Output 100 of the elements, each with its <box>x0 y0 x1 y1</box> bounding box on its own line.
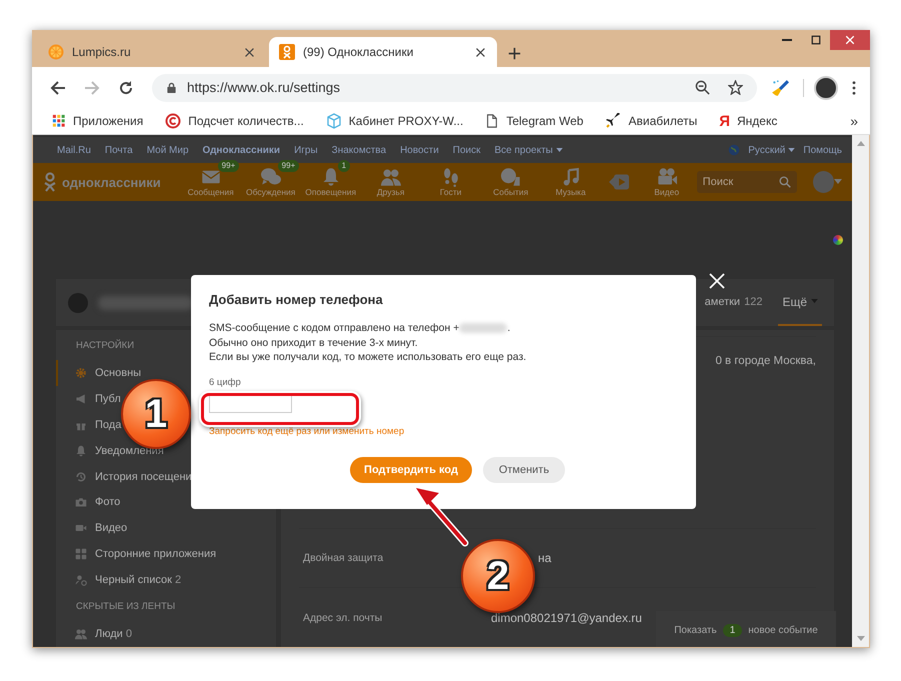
profile-avatar[interactable] <box>814 76 838 100</box>
close-icon <box>709 273 725 289</box>
new-tab-button[interactable] <box>508 47 521 60</box>
bookmark[interactable]: Авиабилеты <box>605 113 698 129</box>
lock-icon <box>166 81 177 94</box>
play-icon <box>608 172 630 192</box>
star-icon <box>728 80 743 95</box>
profile-tab[interactable]: аметки 122 <box>700 279 766 326</box>
profile-avatar <box>68 292 88 312</box>
count-badge: 1 <box>722 624 742 636</box>
search-field[interactable]: Поиск <box>696 171 797 193</box>
scroll-up-icon <box>856 141 864 146</box>
resend-code-link[interactable]: Запросить код ещё раз или изменить номер <box>209 426 404 436</box>
profile-info-text: 0 в городе Москва, <box>715 355 816 369</box>
maximize-icon <box>810 35 820 45</box>
close-dialog-button[interactable] <box>709 273 725 289</box>
yandex-logo: Я <box>719 114 730 128</box>
caret-icon <box>811 299 818 304</box>
people-icon <box>75 628 87 640</box>
nav-item[interactable]: Видео <box>636 167 697 197</box>
bookmark[interactable]: Приложения <box>52 114 144 128</box>
portal-link[interactable]: Поиск <box>452 144 480 156</box>
close-window-button[interactable] <box>830 30 870 50</box>
zoom-out-icon <box>695 80 710 95</box>
bookmark[interactable]: Telegram Web <box>485 113 584 129</box>
field-label: 6 цифр <box>209 376 242 388</box>
caret-icon <box>556 148 563 152</box>
globe-icon <box>728 144 740 156</box>
dialog-text: SMS-сообщение с кодом отправлено на телефон + <box>209 321 460 336</box>
bookmark[interactable]: Кабинет PROXY-W... <box>326 113 464 129</box>
profile-tab[interactable]: Ещё <box>778 279 822 326</box>
sidebar-item[interactable]: История посещени <box>56 464 196 490</box>
setting-value: dimon08021971@yandex.ru <box>491 610 642 625</box>
address-bar[interactable]: https://www.ok.ru/settings <box>152 74 757 102</box>
nav-item[interactable]: Друзья <box>360 167 421 197</box>
color-wheel-icon[interactable] <box>833 235 843 245</box>
nav-item[interactable]: Гости <box>420 167 481 197</box>
document-icon <box>485 113 500 129</box>
sidebar-item[interactable]: Видео <box>56 515 132 542</box>
back-arrow-icon <box>50 80 66 96</box>
nav-item[interactable]: Музыка <box>540 167 601 197</box>
bookmark[interactable]: Я Яндекс <box>719 114 778 128</box>
sidebar-item[interactable]: Черный список 2 <box>56 567 186 594</box>
cancel-button[interactable]: Отменить <box>482 456 565 482</box>
dialog-text: . <box>507 321 510 336</box>
film-camera-icon <box>656 167 678 187</box>
url-text: https://www.ok.ru/settings <box>187 80 342 95</box>
airplane-icon <box>605 113 622 129</box>
setting-label: Двойная защита <box>302 552 384 564</box>
browser-tab[interactable]: Lumpics.ru <box>38 37 266 67</box>
setting-label: Адрес эл. почты <box>302 612 384 624</box>
caret-icon <box>834 179 842 185</box>
menu-dots-icon <box>852 80 856 94</box>
portal-link[interactable]: Почта <box>104 144 133 156</box>
dialog-text: Обычно оно приходит в течение 3-х минут. <box>209 336 419 350</box>
blocked-user-icon <box>75 574 87 586</box>
portal-link[interactable]: Знакомства <box>332 144 386 156</box>
close-icon <box>244 48 254 56</box>
minimize-icon <box>782 39 792 41</box>
section-heading: НАСТРОЙКИ <box>76 338 134 353</box>
sidebar-item[interactable]: Люди 0 <box>56 621 136 647</box>
reload-icon <box>118 80 134 96</box>
portal-link[interactable]: Одноклассники <box>202 144 280 156</box>
dialog-title: Добавить номер телефона <box>209 292 384 307</box>
portal-link[interactable]: Mail.Ru <box>57 144 91 156</box>
portal-link[interactable]: Новости <box>400 144 439 156</box>
music-note-icon <box>562 167 580 187</box>
scroll-down-icon <box>856 636 864 641</box>
portal-link[interactable]: Игры <box>294 144 318 156</box>
portal-link[interactable]: Мой Мир <box>146 144 189 156</box>
cube-icon <box>326 113 342 129</box>
copyright-icon <box>165 113 182 129</box>
nav-item[interactable]: События <box>480 167 541 197</box>
projects-dropdown[interactable]: Все проекты <box>494 144 563 156</box>
close-icon <box>845 35 855 45</box>
section-heading: СКРЫТЫЕ ИЗ ЛЕНТЫ <box>76 600 176 614</box>
language-dropdown[interactable]: Русский <box>748 144 796 156</box>
browser-tab[interactable]: (99) Одноклассники <box>269 37 497 67</box>
bell-icon <box>75 444 87 457</box>
sidebar-item[interactable]: Фото <box>56 490 124 516</box>
fruit-slice-icon <box>48 44 64 60</box>
tab-title: Lumpics.ru <box>72 45 132 59</box>
ok-logo-icon <box>279 44 295 60</box>
close-icon <box>476 48 484 56</box>
more-bookmarks-button[interactable]: » <box>850 113 858 129</box>
help-link[interactable]: Помощь <box>803 144 842 156</box>
forward-arrow-icon <box>84 80 100 96</box>
dialog-text: Если вы уже получали код, то можете использовать его еще раз. <box>209 350 528 364</box>
setting-value: на <box>537 551 552 566</box>
tab-title: (99) Одноклассники <box>303 45 414 59</box>
history-icon <box>75 470 87 483</box>
search-icon <box>778 176 791 188</box>
gear-icon <box>75 366 87 379</box>
sidebar-item[interactable]: Сторонние приложения <box>56 541 220 568</box>
redacted-phone <box>459 323 508 334</box>
bookmark[interactable]: Подсчет количеств... <box>165 113 304 129</box>
scrollbar[interactable] <box>852 135 869 647</box>
count-badge: 99+ <box>278 160 300 172</box>
brush-icon <box>771 78 789 96</box>
site-logo-text: одноклассники <box>62 174 161 190</box>
